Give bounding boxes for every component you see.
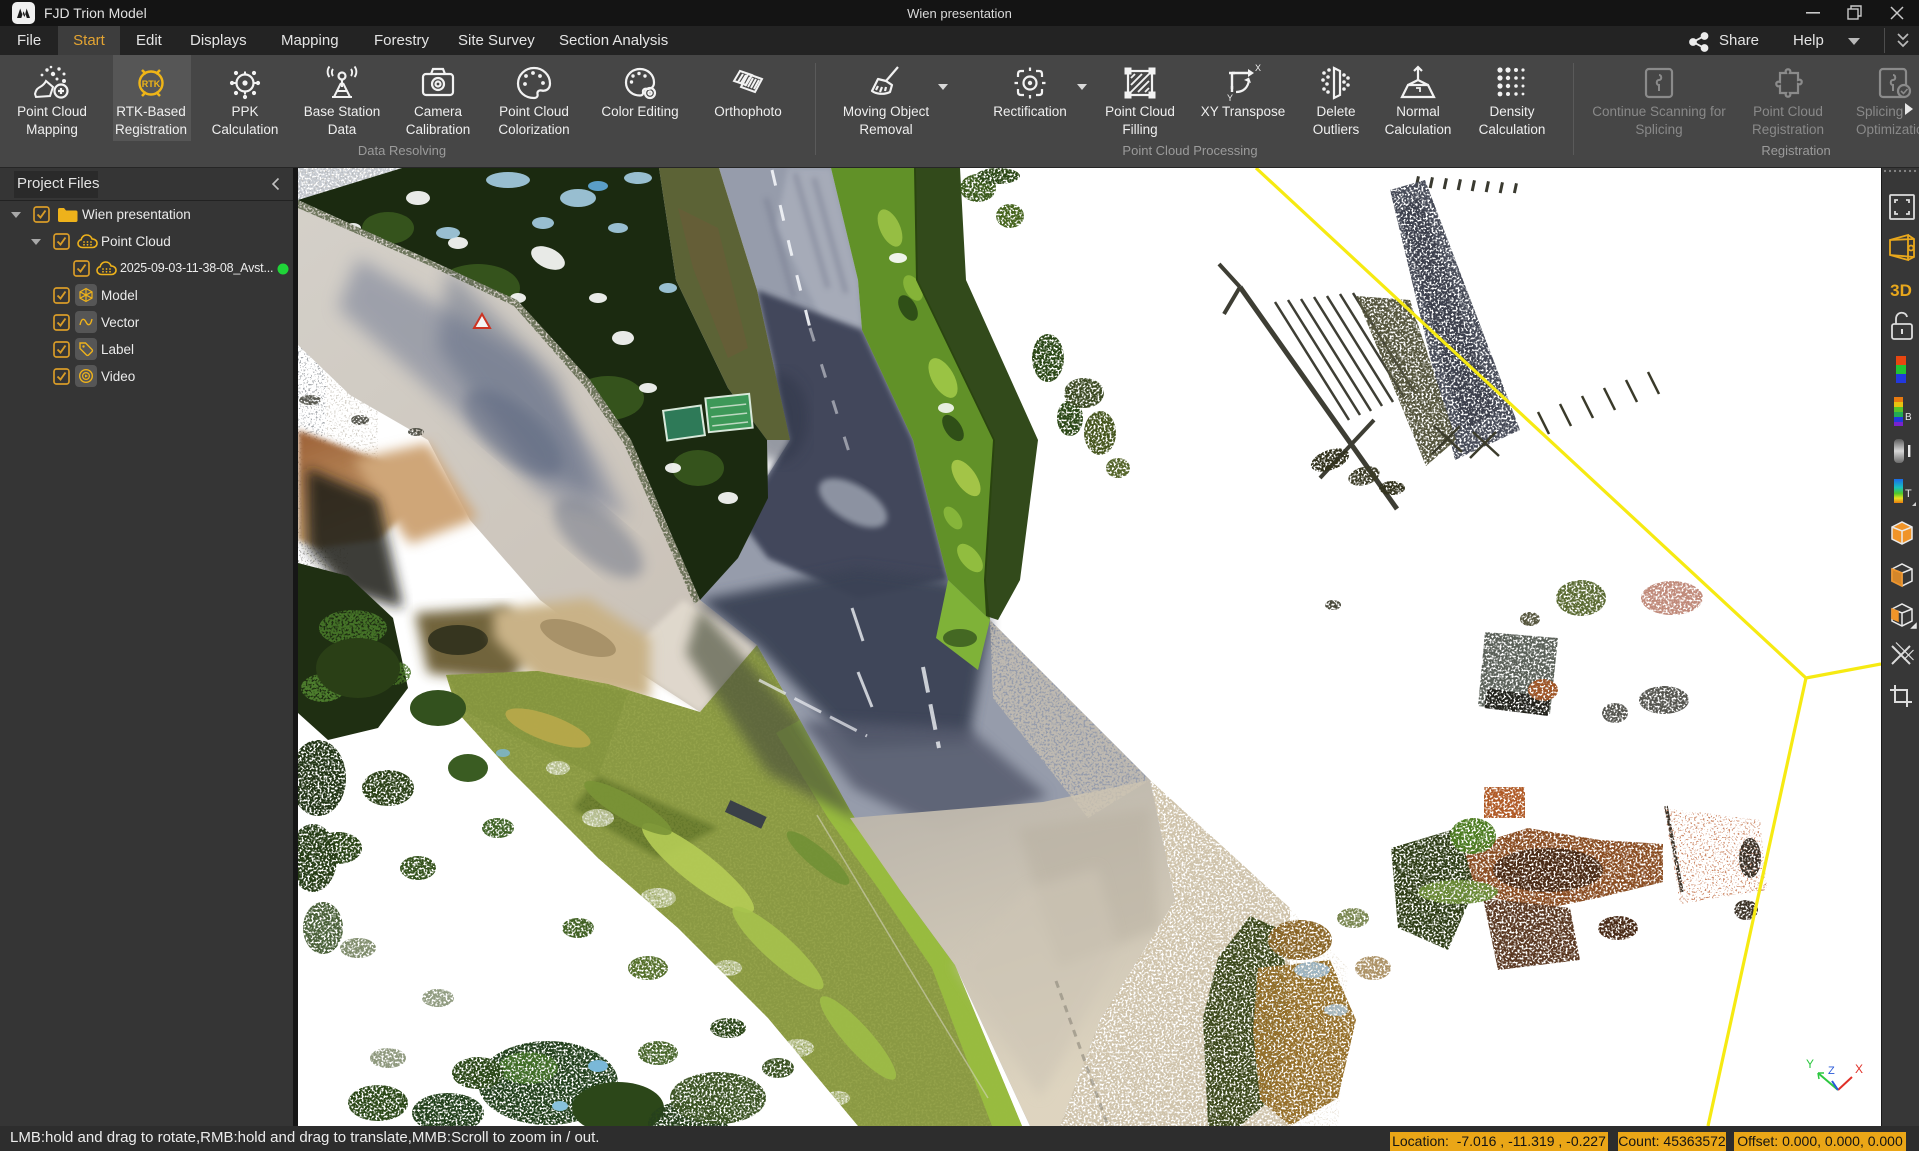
svg-text:Y: Y (1806, 1057, 1814, 1071)
svg-text:T: T (1905, 488, 1912, 500)
svg-text:3D: 3D (1890, 281, 1912, 300)
svg-text:X: X (1855, 1062, 1863, 1076)
svg-text:B: B (1905, 412, 1912, 423)
svg-text:RTK: RTK (142, 79, 161, 89)
svg-text:Y: Y (1227, 93, 1233, 103)
svg-text:X: X (1255, 63, 1261, 73)
svg-text:Z: Z (1828, 1065, 1835, 1077)
